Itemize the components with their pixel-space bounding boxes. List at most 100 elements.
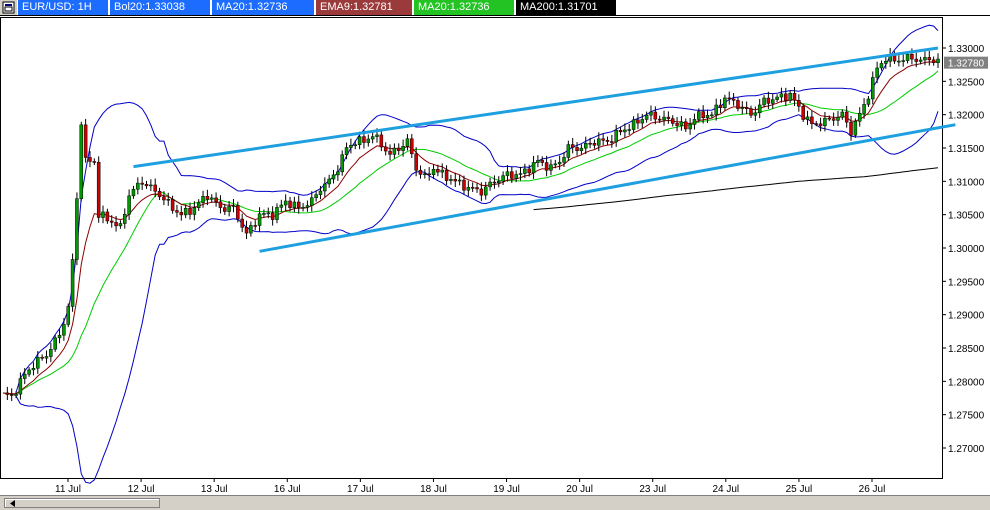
candle-body [249,225,253,234]
candle-body [923,57,927,61]
candle-body [788,92,792,101]
candle-body [701,111,705,118]
candle-body [518,173,523,175]
candle-body [340,154,344,173]
candle-body [423,173,427,176]
candle-body [188,207,192,215]
candle-body [779,93,784,98]
candle-body [453,179,458,182]
candle-body [575,147,579,152]
candle-body [866,98,871,105]
candle-body [727,97,732,100]
x-tick-label: 25 Jul [786,484,813,495]
price-axis-area [943,17,990,495]
candle-body [827,117,832,120]
candle-body [862,104,866,114]
candle-body [170,199,175,211]
x-tick-label: 18 Jul [420,484,447,495]
candle-body [749,108,753,116]
candle-body [740,107,745,109]
candle-body [292,201,297,208]
candle-body [383,146,388,152]
candle-body [166,199,171,201]
y-tick-label: 1.32000 [948,111,985,122]
candle-body [840,111,845,118]
candle-body [931,59,936,64]
scrollbar-thumb[interactable] [4,498,160,508]
candle-body [879,63,884,69]
x-tick-label: 19 Jul [493,484,520,495]
candle-body [731,98,736,101]
ma200-line [533,167,939,211]
candle-body [109,220,114,223]
candle-body [414,153,418,171]
y-tick-label: 1.29000 [948,311,985,322]
candle-body [310,197,314,206]
scroll-left-icon[interactable] [8,499,18,508]
candle-body [231,205,236,207]
candle-body [9,394,14,396]
candle-body [905,53,910,61]
candle-body [436,169,440,173]
y-tick-label: 1.30000 [948,244,985,255]
candle-body [823,117,827,127]
candle-body [353,144,358,147]
candle-body [53,337,57,350]
bollinger-lower-line [15,111,939,484]
x-tick-label: 17 Jul [347,484,374,495]
candle-body [236,205,240,220]
candle-body [349,144,353,148]
candle-body [144,184,149,187]
chart-window: EUR/USD: 1H Bol20:1.33038 MA20:1.32736 E… [0,0,990,510]
candle-body [918,59,923,62]
candle-body [44,356,49,359]
y-tick-label: 1.29500 [948,277,985,288]
candle-body [357,136,362,146]
candle-body [127,195,131,215]
candle-body [275,207,279,220]
candle-body [96,161,101,218]
candle-body [514,174,518,179]
candle-body [566,144,571,158]
candle-body [179,212,184,216]
candle-body [857,112,862,122]
candle-body [884,61,888,64]
candle-body [736,100,740,109]
candle-body [649,111,653,116]
candle-body [153,184,157,192]
y-tick-label: 1.31500 [948,144,985,155]
candle-body [114,222,118,227]
ma20-line [2,70,939,395]
candle-body [288,200,292,208]
price-chart[interactable]: 1.33000 1.32500 1.32000 1.31500 1.31000 1.305… [0,0,990,495]
candle-body [762,97,766,106]
candle-body [323,183,327,192]
candle-body [457,179,462,182]
horizontal-scrollbar[interactable] [0,495,990,510]
candle-body [818,123,823,127]
candle-body [523,168,527,174]
candle-body [331,174,336,180]
candle-body [257,213,262,226]
candle-body [666,116,671,119]
candle-body [766,97,771,104]
x-tick-label: 11 Jul [55,484,81,495]
candle-body [797,100,801,107]
candle-body [597,138,601,146]
candle-body [266,212,271,215]
candle-body [605,140,610,142]
candle-body [279,204,284,208]
candle-body [527,168,531,174]
candle-body [318,190,323,195]
candle-body [123,213,127,224]
candle-body [196,202,201,208]
candle-body [588,142,592,145]
candle-body [479,188,484,196]
candle-body [162,196,166,201]
candle-body [105,211,110,222]
candle-body [270,212,275,220]
candle-body [205,196,210,200]
candle-body [871,77,875,100]
candle-body [410,138,414,155]
candle-body [544,162,549,171]
